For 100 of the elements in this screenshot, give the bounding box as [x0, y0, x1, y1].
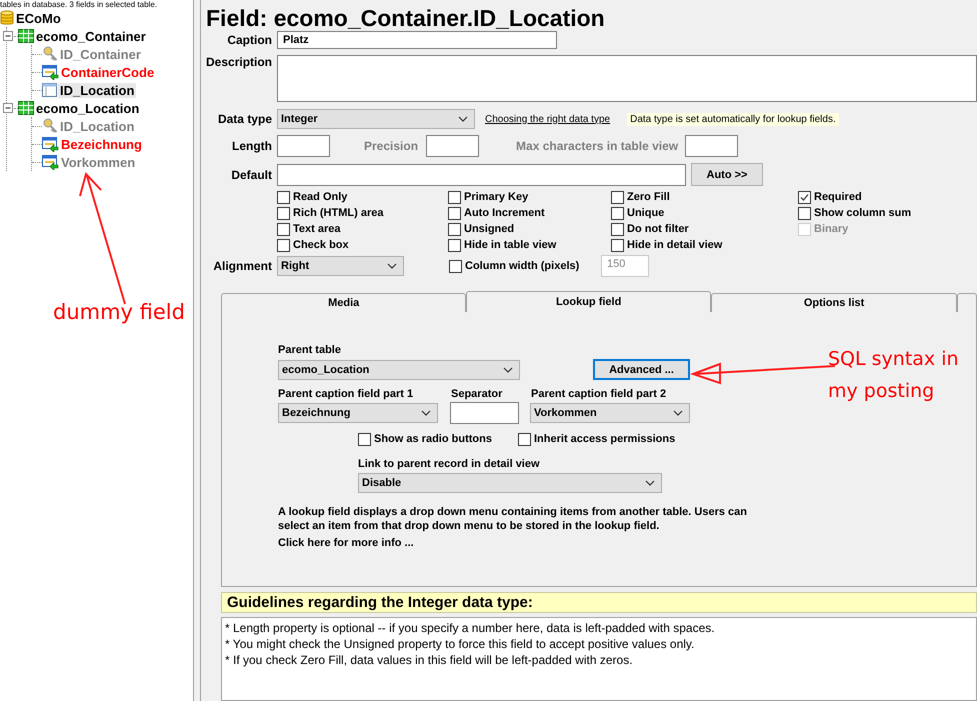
tab[interactable]: Options list [710, 293, 958, 312]
field-label: Caption [226, 33, 272, 47]
parent-table-select[interactable]: ecomo_Location [278, 360, 520, 380]
annotation-text: SQL syntax in my posting [828, 347, 959, 404]
annotation-text: dummy field [53, 299, 185, 326]
hint-text: Data type is set automatically for lookup fields. [627, 112, 839, 126]
guideline-text: * You might check the Unsigned property to force this field to accept positive values only. [225, 636, 696, 652]
data-type-select[interactable]: Integer [277, 109, 475, 129]
checkbox[interactable] [611, 206, 624, 220]
field-label: Separator [451, 388, 504, 400]
field-icon [42, 82, 58, 98]
checkbox[interactable] [798, 206, 811, 220]
field-label: Length [231, 139, 272, 153]
info-text: A lookup field displays a drop down menu containing items from another table. Users can select an item from that drop down menu to be stored in the lookup field. [278, 505, 748, 533]
checkbox-label: Zero Fill [627, 191, 670, 203]
checkbox-label: Column width (pixels) [465, 260, 580, 272]
separator-field[interactable] [450, 402, 519, 424]
more-info-link[interactable]: Click here for more info ... [278, 537, 976, 549]
field-label: Alignment [212, 259, 272, 273]
tree-item[interactable]: ecomo_Container [34, 28, 148, 44]
checkbox[interactable] [448, 206, 461, 220]
checkbox[interactable] [448, 222, 461, 236]
checkbox[interactable] [448, 190, 461, 204]
key-icon [42, 46, 58, 62]
checkbox-label: Primary Key [464, 191, 528, 203]
tree-item[interactable]: ID_Container [58, 46, 143, 62]
caption-part-select[interactable]: Vorkommen [530, 403, 690, 423]
advanced-button[interactable]: Advanced ... [593, 359, 690, 380]
table-grid-icon [18, 29, 34, 43]
status-text: tables in database. 3 fields in selected table. [0, 0, 157, 9]
field-label: Precision [364, 139, 418, 153]
guideline-text: * If you check Zero Fill, data values in this field will be left-padded with zeros. [225, 652, 634, 668]
checkbox[interactable] [277, 190, 290, 204]
checkbox-label: Text area [293, 223, 340, 235]
field-label: Max characters in table view [516, 139, 678, 153]
auto-button[interactable]: Auto >> [691, 163, 763, 186]
checkbox[interactable] [277, 238, 290, 252]
field-label: Parent caption field part 1 [278, 388, 414, 400]
chevron-down-icon [458, 116, 468, 122]
collapse-icon[interactable] [3, 102, 14, 114]
table-grid-icon [18, 101, 34, 115]
checkbox[interactable] [611, 190, 624, 204]
checkbox[interactable] [358, 432, 371, 446]
tree-item[interactable]: ecomo_Location [34, 100, 142, 116]
field-label: Default [230, 168, 272, 182]
tree-item[interactable]: Bezeichnung [59, 136, 144, 152]
field-title: Field: ecomo_Container.ID_Location [206, 4, 606, 32]
link-parent-select[interactable]: Disable [358, 473, 662, 493]
description-field[interactable] [277, 55, 977, 102]
tab[interactable]: Lookup field [466, 291, 711, 312]
tree-item[interactable]: Vorkommen [59, 154, 138, 170]
checkbox-label: Do not filter [627, 223, 689, 235]
tree-item[interactable]: ID_Location [58, 82, 136, 98]
checkbox-label: Auto Increment [464, 207, 545, 219]
database-icon [0, 10, 14, 26]
checkbox[interactable] [449, 260, 462, 272]
field-label: Description [206, 55, 272, 69]
caption-field[interactable]: Platz [277, 31, 557, 49]
checkbox-label: Inherit access permissions [534, 433, 676, 445]
key-icon [42, 118, 58, 134]
guideline-text: * Length property is optional -- if you specify a number here, data is left-padded with spaces. [225, 620, 716, 636]
checkbox-label: Check box [293, 239, 349, 251]
length-field[interactable] [277, 135, 330, 157]
checkbox-label: Hide in table view [464, 239, 556, 251]
checkbox[interactable] [277, 222, 290, 236]
tree-item[interactable]: ContainerCode [59, 64, 156, 80]
chevron-down-icon [503, 366, 513, 372]
help-link[interactable]: Choosing the right data type [485, 114, 610, 124]
tree-item[interactable]: ID_Location [58, 118, 136, 134]
checkbox[interactable] [611, 222, 624, 236]
checkbox[interactable] [798, 190, 811, 204]
checkbox-label: Binary [814, 223, 848, 235]
checkbox[interactable] [518, 432, 531, 446]
checkbox-label: Show column sum [814, 207, 912, 219]
checkbox-label: Read Only [293, 191, 348, 203]
field-label: Parent table [278, 344, 342, 356]
alignment-select[interactable]: Right [277, 256, 404, 276]
checkbox-label: Rich (HTML) area [293, 207, 384, 219]
field-label: Data type [216, 112, 272, 126]
precision-field[interactable] [426, 135, 480, 157]
checkbox[interactable] [611, 238, 624, 252]
guidelines-title: Guidelines regarding the Integer data type: [221, 592, 977, 613]
checkbox[interactable] [277, 206, 290, 220]
checkbox-label: Unique [627, 207, 664, 219]
tree-item[interactable]: ECoMo [14, 10, 63, 26]
caption-part-select[interactable]: Bezeichnung [278, 403, 438, 423]
checkbox-label: Show as radio buttons [374, 433, 492, 445]
checkbox-label: Unsigned [464, 223, 514, 235]
checkbox-label: Required [814, 191, 862, 203]
chevron-down-icon [421, 410, 431, 416]
field-label: Parent caption field part 2 [531, 388, 666, 400]
chevron-down-icon [673, 410, 683, 416]
checkbox[interactable] [448, 238, 461, 252]
collapse-icon[interactable] [3, 30, 14, 42]
chevron-down-icon [645, 480, 655, 486]
checkbox-label: Hide in detail view [627, 239, 722, 251]
default-field[interactable] [277, 164, 686, 186]
max-characters-field[interactable] [685, 135, 738, 157]
chevron-down-icon [387, 263, 397, 269]
tab[interactable]: Media [221, 293, 466, 312]
